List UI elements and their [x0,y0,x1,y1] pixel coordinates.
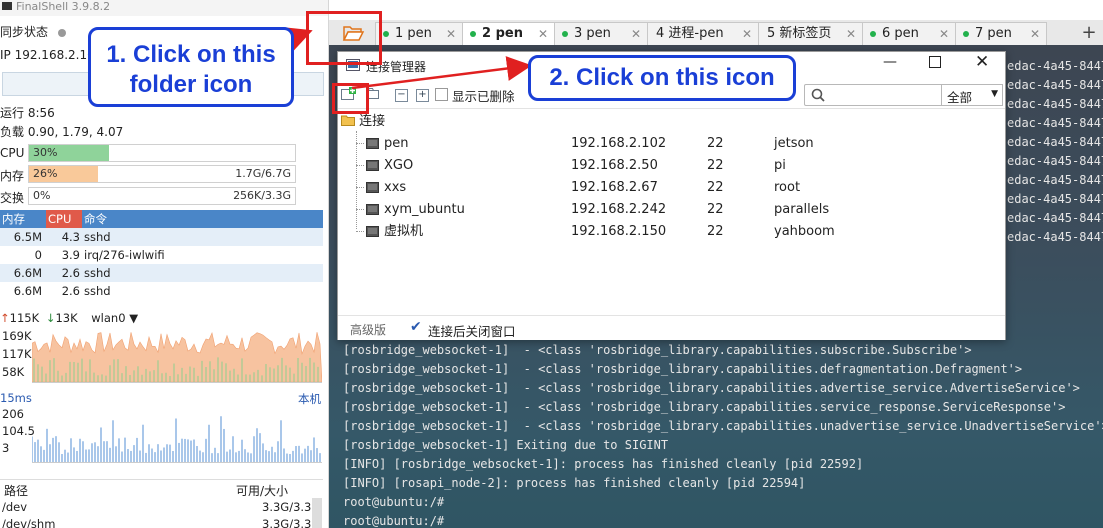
step2-callout: 2. Click on this icon [528,55,796,101]
arrow-to-new-connection-icon [351,56,532,90]
step1-callout: 1. Click on this folder icon [88,27,294,107]
